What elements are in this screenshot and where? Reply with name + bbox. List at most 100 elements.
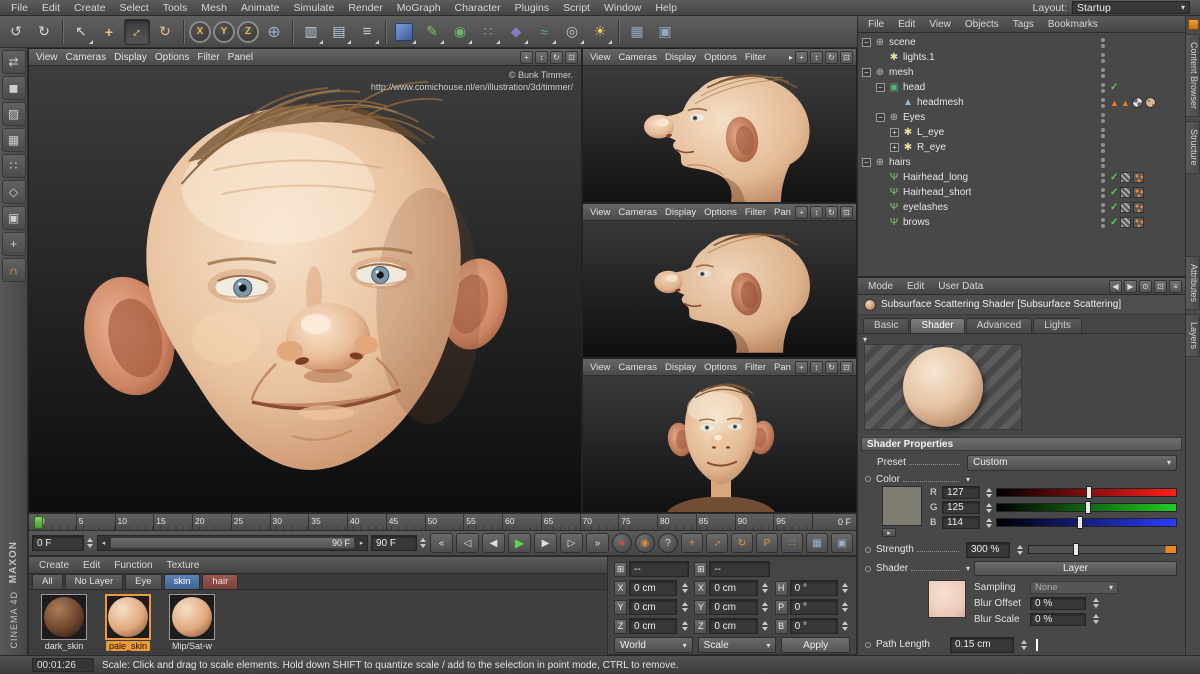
slider-knob[interactable] — [1085, 501, 1091, 514]
add-primitive-cube-button[interactable] — [391, 19, 417, 45]
material-thumbnail[interactable] — [169, 594, 215, 640]
material-name[interactable]: pale_skin — [106, 641, 150, 651]
scale-button[interactable]: ↕ — [124, 19, 150, 45]
stepper[interactable] — [680, 618, 689, 634]
vp-menu-filter[interactable]: Filter — [741, 52, 770, 63]
vp-menu-view[interactable]: View — [586, 362, 614, 373]
next-key-button[interactable]: ▷ — [560, 533, 583, 553]
blue-slider[interactable] — [996, 518, 1177, 527]
goto-end-button[interactable]: » — [586, 533, 609, 553]
vp-menu-filter[interactable]: Filter — [741, 362, 770, 373]
apply-button[interactable]: Apply — [781, 637, 850, 653]
animation-dot[interactable] — [865, 566, 871, 572]
stepper[interactable] — [680, 580, 689, 596]
vp-menu-display[interactable]: Display — [110, 52, 151, 63]
material-pale-skin[interactable]: pale_skin — [101, 594, 155, 651]
uvw-tag-icon[interactable] — [1120, 202, 1131, 213]
enabled-check-icon[interactable]: ✓ — [1110, 187, 1118, 198]
tree-row-scene[interactable]: − ⊕ scene — [858, 35, 1185, 50]
green-value-field[interactable]: 125 — [942, 501, 980, 514]
blur-scale-field[interactable]: 0 % — [1030, 613, 1086, 626]
mat-menu-edit[interactable]: Edit — [76, 560, 107, 571]
om-menu-edit[interactable]: Edit — [891, 19, 922, 30]
tree-row-l-eye[interactable]: + ✱ L_eye — [858, 125, 1185, 140]
zoom-view-icon[interactable]: ↕ — [535, 51, 548, 64]
menu-character[interactable]: Character — [448, 2, 508, 14]
keyframe-presets-button[interactable]: ▦ — [806, 533, 828, 553]
green-slider[interactable] — [996, 503, 1177, 512]
add-spline-button[interactable]: ✎ — [419, 19, 445, 45]
color-expander-icon[interactable]: ▾ — [966, 475, 970, 484]
visibility-toggles[interactable] — [1101, 218, 1106, 228]
pan-view-icon[interactable]: + — [795, 206, 808, 219]
slider-knob[interactable] — [1086, 486, 1092, 499]
am-menu-edit[interactable]: Edit — [900, 281, 931, 292]
red-slider[interactable] — [996, 488, 1177, 497]
play-button[interactable]: ▶ — [508, 533, 531, 553]
tab-basic[interactable]: Basic — [863, 318, 909, 333]
record-keyframe-button[interactable]: ● — [612, 533, 632, 553]
expander-icon[interactable]: + — [890, 128, 899, 137]
uv-mode-button[interactable]: ▦ — [2, 128, 26, 152]
model-mode-button[interactable]: ◼ — [2, 76, 26, 100]
vp-menu-view[interactable]: View — [586, 52, 614, 63]
tree-row-mesh[interactable]: − ⊕ mesh — [858, 65, 1185, 80]
expander-icon[interactable]: − — [876, 83, 885, 92]
red-value-field[interactable]: 127 — [942, 486, 980, 499]
sampling-select[interactable]: None ▾ — [1030, 581, 1118, 594]
object-name[interactable]: Eyes — [903, 112, 925, 123]
menu-render[interactable]: Render — [341, 2, 389, 14]
om-menu-bookmarks[interactable]: Bookmarks — [1041, 19, 1105, 30]
prev-key-button[interactable]: ◁ — [456, 533, 479, 553]
visibility-toggles[interactable] — [1101, 143, 1106, 153]
stepper[interactable] — [984, 500, 993, 516]
timeline-options-button[interactable]: ▣ — [831, 533, 853, 553]
layer-shader-button[interactable]: Layer — [974, 561, 1177, 576]
current-frame-stepper[interactable] — [85, 535, 94, 551]
stepper[interactable] — [984, 485, 993, 501]
object-name[interactable]: Hairhead_short — [903, 187, 971, 198]
vp-menu-cameras[interactable]: Cameras — [614, 362, 661, 373]
polygons-mode-button[interactable]: ▣ — [2, 206, 26, 230]
menu-tools[interactable]: Tools — [156, 2, 195, 14]
stepper[interactable] — [761, 580, 770, 596]
menu-script[interactable]: Script — [556, 2, 597, 14]
tab-advanced[interactable]: Advanced — [966, 318, 1032, 333]
texture-tag-icon[interactable] — [1132, 97, 1143, 108]
enabled-check-icon[interactable]: ✓ — [1110, 82, 1118, 93]
render-view-button[interactable]: ▥ — [298, 19, 324, 45]
rotate-button[interactable]: ↻ — [152, 19, 178, 45]
visibility-toggles[interactable] — [1101, 68, 1106, 78]
x-axis-lock-button[interactable]: X — [189, 21, 211, 43]
blur-offset-field[interactable]: 0 % — [1030, 597, 1086, 610]
position-y-field[interactable]: 0 cm — [629, 599, 677, 615]
tab-shader[interactable]: Shader — [910, 318, 964, 333]
expander-icon[interactable]: − — [862, 158, 871, 167]
animation-dot[interactable] — [865, 476, 871, 482]
rotation-h-field[interactable]: 0 ° — [790, 580, 838, 596]
tab-attributes[interactable]: Attributes — [1186, 256, 1200, 310]
vp-menu-cameras[interactable]: Cameras — [62, 52, 111, 63]
maximize-view-icon[interactable]: ⊡ — [840, 51, 853, 64]
vp-menu-display[interactable]: Display — [661, 362, 700, 373]
layer-tab-hair[interactable]: hair — [202, 574, 238, 589]
range-thumb[interactable]: 90 F — [110, 537, 355, 549]
menu-animate[interactable]: Animate — [234, 2, 287, 14]
vp-menu-filter[interactable]: Filter — [193, 52, 223, 63]
shader-preview-sphere[interactable] — [903, 347, 983, 427]
maximize-view-icon[interactable]: ⊡ — [840, 206, 853, 219]
add-deformer-button[interactable]: ◆ — [503, 19, 529, 45]
visibility-toggles[interactable] — [1101, 203, 1106, 213]
stepper[interactable] — [1015, 542, 1024, 558]
visibility-toggles[interactable] — [1101, 158, 1106, 168]
vp-menu-cameras[interactable]: Cameras — [614, 52, 661, 63]
snap-settings-button[interactable]: ∩ — [2, 258, 26, 282]
layer-tab-nolayer[interactable]: No Layer — [65, 574, 124, 589]
color-swatch[interactable] — [882, 486, 922, 526]
material-name[interactable]: Mip/Sat-w — [172, 641, 212, 651]
tab-layers[interactable]: Layers — [1186, 314, 1200, 357]
goto-start-button[interactable]: « — [430, 533, 453, 553]
menu-help[interactable]: Help — [648, 2, 684, 14]
object-name[interactable]: L_eye — [917, 127, 944, 138]
stepper[interactable] — [680, 599, 689, 615]
